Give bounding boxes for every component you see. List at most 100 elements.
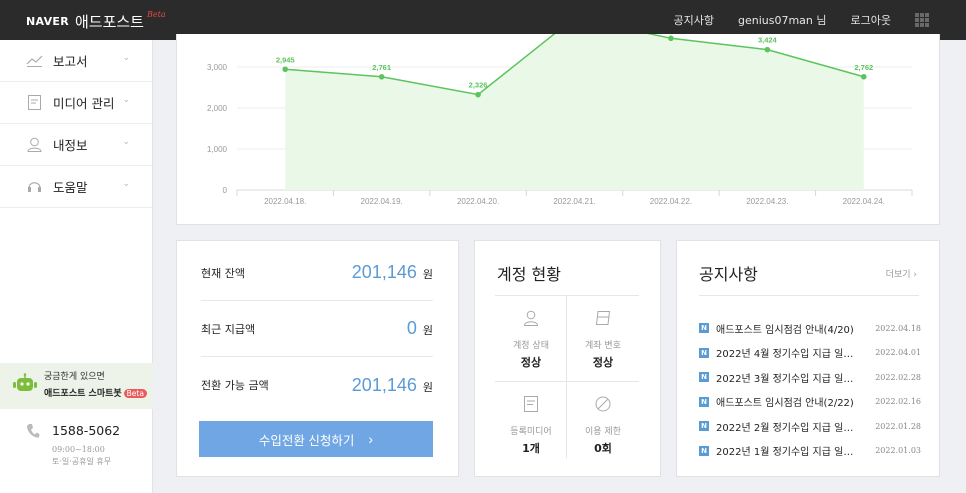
convertible-amount-value: 201,146 [351,374,417,395]
registered-media-label: 등록미디어 [510,427,552,437]
notice-item[interactable]: N 애드포스트 임시점검 안내(4/20) 2022.04.18 [699,316,921,341]
account-status-value: 정상 [520,356,542,369]
notice-title-text: 2022년 4월 정기수입 지급 일… [716,349,854,361]
apps-grid-icon[interactable] [915,13,929,27]
notice-item[interactable]: N 2022년 1월 정기수입 지급 일… 2022.01.03 [699,439,921,464]
user-icon [26,136,43,153]
apply-conversion-label: 수입전환 신청하기 [258,433,355,448]
smartbot-banner[interactable]: 궁금한게 있으면 애드포스트 스마트봇 Beta [0,363,153,409]
user-outline-icon [495,310,567,328]
data-point [282,66,289,73]
revenue-chart: 0 1,000 2,000 3,000 2022.04.18. 2022.04.19. 20… [207,34,913,206]
smartbot-line1: 궁금한게 있으면 [44,372,105,382]
balance-panel: 현재 잔액 201,146 원 최근 지급액 0원 전환 가능 금액 201,14… [176,240,459,477]
naver-wordmark: NAVER [26,15,69,28]
notice-date: 2022.02.16 [875,397,921,407]
bank-account-value: 정상 [592,356,614,369]
notice-date: 2022.02.28 [875,372,921,382]
new-badge-icon: N [699,323,709,334]
card-icon [567,310,639,328]
notice-list: N 애드포스트 임시점검 안내(4/20) 2022.04.18 N 2022년 4월 … [699,316,921,463]
sidebar-item-myinfo[interactable]: 내정보 ⌄ [0,124,152,166]
beta-badge: Beta [123,389,147,398]
data-point [764,46,771,53]
data-label: 3,424 [758,36,778,45]
support-hours: 09:00~18:00 [52,445,105,454]
notice-title-text: 애드포스트 임시점검 안내(2/22) [716,398,854,410]
account-status-panel: 계정 현황 계정 상태 정상 계좌 변호 정상 등록미디어 1개 이용 제한 0… [474,240,661,477]
sidebar: 보고서 ⌄ 미디어 관리 ⌄ 내정보 ⌄ 도움말 ⌄ 궁금한게 있으면 애드포스… [0,40,153,493]
notice-item[interactable]: N 2022년 4월 정기수입 지급 일… 2022.04.01 [699,341,921,366]
sidebar-item-report[interactable]: 보고서 ⌄ [0,40,152,82]
beta-label: Beta [147,10,166,19]
chevron-right-icon: › [368,431,374,447]
notice-title-text: 2022년 3월 정기수입 지급 일… [716,373,854,385]
brand-logo[interactable]: NAVER 애드포스트 Beta [26,10,166,32]
usage-restriction-cell: 이용 제한 0회 [567,382,639,468]
registered-media-value: 1개 [522,442,540,455]
sidebar-item-media[interactable]: 미디어 관리 ⌄ [0,82,152,124]
data-point [378,73,385,80]
phone-icon [26,423,40,443]
document-icon [26,94,43,111]
bank-account-cell: 계좌 변호 정상 [567,296,639,382]
chart-line-icon [26,52,43,69]
notice-date: 2022.04.18 [875,323,921,333]
data-point [475,91,481,98]
notice-title-text: 2022년 2월 정기수입 지급 일… [716,422,854,434]
service-name: 애드포스트 [74,13,144,31]
data-point [668,35,674,42]
notice-title-text: 2022년 1월 정기수입 지급 일… [716,447,854,459]
usage-restriction-value: 0회 [594,442,612,455]
data-label: 2,326 [469,81,488,90]
convertible-amount-label: 전환 가능 금액 [201,379,269,392]
x-tick-label: 2022.04.18. [264,197,306,206]
chevron-down-icon: ⌄ [122,137,130,147]
data-label: 2,945 [276,55,295,64]
notice-item[interactable]: N 2022년 3월 정기수입 지급 일… 2022.02.28 [699,365,921,390]
notice-item[interactable]: N 2022년 2월 정기수입 지급 일… 2022.01.28 [699,414,921,439]
chevron-down-icon: ⌄ [122,95,130,105]
data-label: 2,761 [372,63,391,72]
new-badge-icon: N [699,347,709,358]
new-badge-icon: N [699,372,709,383]
headset-icon [26,178,43,195]
registered-media-cell: 등록미디어 1개 [495,382,567,468]
apply-conversion-button[interactable]: 수입전환 신청하기 › [199,421,433,457]
data-label: 2,762 [854,63,873,72]
currency-unit: 원 [422,324,433,337]
notice-item[interactable]: N 애드포스트 임시점검 안내(2/22) 2022.02.16 [699,390,921,415]
current-balance-row: 현재 잔액 201,146 원 [201,245,433,301]
x-tick-label: 2022.04.23. [746,197,788,206]
recent-payment-label: 최근 지급액 [201,322,256,336]
more-link[interactable]: 더보기 › [886,267,917,280]
new-badge-icon: N [699,421,709,432]
sidebar-item-help[interactable]: 도움말 ⌄ [0,166,152,208]
notice-date: 2022.01.03 [875,446,921,456]
chevron-down-icon: ⌄ [122,53,130,63]
notice-link[interactable]: 공지사항 [674,12,714,28]
notice-panel: 공지사항 더보기 › N 애드포스트 임시점검 안내(4/20) 2022.04.1… [676,240,940,477]
series-area [285,34,864,190]
account-status-cell: 계정 상태 정상 [495,296,567,382]
more-label: 더보기 [885,270,911,280]
x-tick-label: 2022.04.19. [361,197,403,206]
y-tick-label: 1,000 [207,145,228,154]
notice-date: 2022.04.01 [875,348,921,358]
chevron-right-icon: › [913,270,917,280]
x-tick-label: 2022.04.20. [457,197,499,206]
smartbot-line2: 애드포스트 스마트봇 [44,389,122,399]
current-balance-label: 현재 잔액 [201,266,245,280]
x-tick-label: 2022.04.22. [650,197,692,206]
y-tick-label: 0 [223,186,228,195]
user-name-link[interactable]: genius07man 님 [738,12,827,28]
logout-link[interactable]: 로그아웃 [851,12,891,28]
account-status-title: 계정 현황 [497,265,561,284]
y-tick-label: 3,000 [207,63,228,72]
sidebar-item-label: 보고서 [53,54,88,69]
sidebar-item-label: 도움말 [53,180,88,195]
revenue-chart-panel: 0 1,000 2,000 3,000 2022.04.18. 2022.04.19. 20… [176,34,940,225]
support-phone: 1588-5062 [52,423,121,438]
x-tick-label: 2022.04.24. [843,197,885,206]
support-closed: 토·일·공휴일 휴무 [52,457,112,466]
